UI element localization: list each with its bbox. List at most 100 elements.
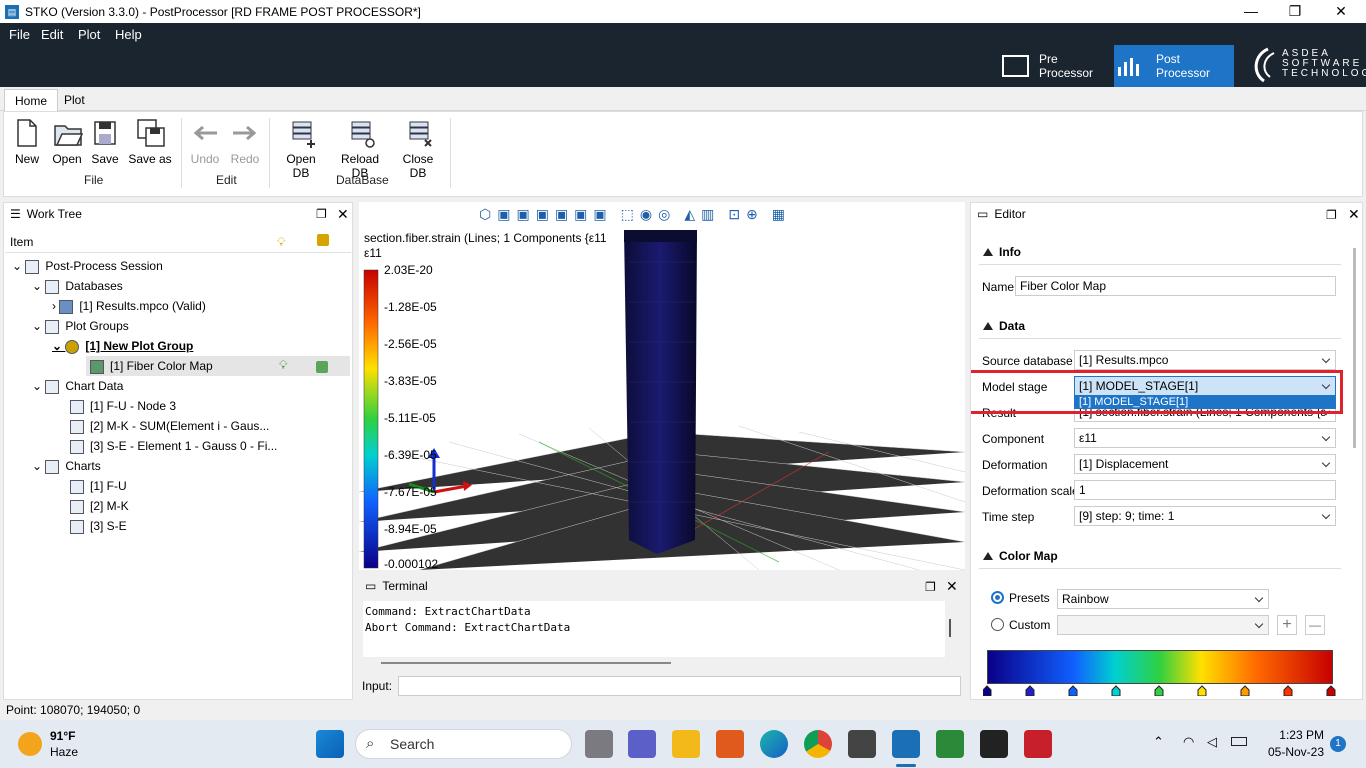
clock-date[interactable]: 05-Nov-23 [1262,745,1324,759]
zoom-icon[interactable]: ⊕ [746,206,758,224]
tree-item-plot-groups[interactable]: ⌄ Plot Groups [32,316,129,336]
tree-item-fiber-color-map[interactable]: [1] Fiber Color Map [90,356,213,376]
volume-icon[interactable]: ◁ [1207,734,1217,750]
tree-item-chart-data-2[interactable]: [2] M-K - SUM(Element i - Gaus... [70,416,269,436]
section-info[interactable]: Info [979,239,1341,265]
windows-start-icon[interactable] [316,730,344,758]
source-database-dropdown[interactable]: [1] Results.mpco [1074,350,1336,370]
close-db-button[interactable]: Close DB [394,118,442,180]
view-back-icon[interactable]: ▣ [516,206,529,224]
float-icon[interactable]: ❐ [1326,208,1337,222]
view-left-icon[interactable]: ▣ [536,206,549,224]
mirror-icon[interactable]: ◭ [684,206,695,224]
editor-scrollbar[interactable] [1353,248,1356,448]
remove-color-button[interactable]: — [1305,615,1325,635]
presets-dropdown[interactable]: Rainbow [1057,589,1269,609]
stko-taskbar-icon[interactable] [892,730,920,758]
section-icon[interactable]: ▥ [701,206,714,224]
taskbar-search[interactable]: ⌕ Search [355,729,572,759]
tree-item-chart-2[interactable]: [2] M-K [70,496,129,516]
terminal-app-icon[interactable] [980,730,1008,758]
file-explorer-icon[interactable] [672,730,700,758]
vertical-scrollbar[interactable] [949,619,951,637]
view-front-icon[interactable]: ▣ [497,206,510,224]
deformation-dropdown[interactable]: [1] Displacement [1074,454,1336,474]
view-iso-icon[interactable]: ⬡ [479,206,491,224]
reload-db-button[interactable]: Reload DB [332,118,388,180]
legend-label: -8.94E-05 [384,522,437,536]
tree-item-databases[interactable]: ⌄ Databases [32,276,123,296]
command-input[interactable] [398,676,961,696]
show-icon[interactable]: ◉ [640,206,652,224]
hide-icon[interactable]: ◎ [658,206,670,224]
view-bottom-icon[interactable]: ▣ [593,206,606,224]
custom-dropdown[interactable] [1057,615,1269,635]
chrome-icon[interactable] [804,730,832,758]
close-panel-icon[interactable]: ✕ [337,206,349,223]
editor-app-icon[interactable] [936,730,964,758]
menu-plot[interactable]: Plot [78,27,100,42]
deformation-scale-field[interactable]: 1 [1074,480,1336,500]
post-processor-button[interactable]: Post Processor [1114,45,1234,87]
restore-button[interactable]: ❐ [1272,0,1318,23]
close-button[interactable]: ✕ [1318,0,1364,23]
tab-plot[interactable]: Plot [54,89,95,111]
battery-icon[interactable] [1231,737,1247,746]
visibility-bulb-icon[interactable]: 💡︎ [279,358,287,373]
float-icon[interactable]: ❐ [316,207,327,221]
section-data[interactable]: Data [979,313,1341,339]
tray-chevron-icon[interactable]: ⌃ [1153,734,1164,750]
horizontal-scrollbar[interactable] [381,662,671,664]
3d-viewport[interactable]: section.fiber.strain (Lines; 1 Component… [359,202,965,571]
tools-app-icon[interactable] [848,730,876,758]
tree-item-charts[interactable]: ⌄ Charts [32,456,101,476]
tree-item-chart-3[interactable]: [3] S-E [70,516,127,536]
open-button[interactable]: Open [50,118,84,166]
tree-item-chart-data[interactable]: ⌄ Chart Data [32,376,123,396]
close-panel-icon[interactable]: ✕ [1348,206,1360,223]
save-button[interactable]: Save [90,118,120,166]
grid-icon[interactable]: ▦ [772,206,785,224]
name-field[interactable]: Fiber Color Map [1015,276,1336,296]
open-db-button[interactable]: Open DB [278,118,324,180]
tree-item-new-plot-group[interactable]: ⌄ [1] New Plot Group [52,336,193,356]
wifi-icon[interactable]: ◠ [1183,734,1194,750]
pre-processor-button[interactable]: Pre Processor [1002,45,1112,87]
close-panel-icon[interactable]: ✕ [946,578,958,595]
section-color-map[interactable]: Color Map [979,543,1341,569]
view-right-icon[interactable]: ▣ [555,206,568,224]
notification-badge[interactable]: 1 [1330,736,1346,752]
add-color-button[interactable]: + [1277,615,1297,635]
menu-file[interactable]: File [9,27,30,42]
time-step-dropdown[interactable]: [9] step: 9; time: 1 [1074,506,1336,526]
tree-item-chart-data-1[interactable]: [1] F-U - Node 3 [70,396,176,416]
clock-time[interactable]: 1:23 PM [1262,728,1324,742]
edge-icon[interactable] [760,730,788,758]
menu-edit[interactable]: Edit [41,27,63,42]
presets-radio[interactable] [991,591,1004,604]
float-icon[interactable]: ❐ [925,580,936,594]
undo-button[interactable]: Undo [190,118,220,166]
store-icon[interactable] [716,730,744,758]
tab-home[interactable]: Home [4,89,59,111]
component-dropdown[interactable]: ε11 [1074,428,1336,448]
custom-radio[interactable] [991,618,1004,631]
tree-item-session[interactable]: ⌄ Post-Process Session [12,256,163,276]
tree-item-chart-1[interactable]: [1] F-U [70,476,127,496]
lock-icon[interactable] [316,361,328,373]
teams-icon[interactable] [628,730,656,758]
ribbon-separator [450,118,451,188]
zoom-fit-icon[interactable]: ⊡ [728,206,740,224]
color-map-gradient[interactable] [987,650,1333,684]
tree-item-chart-data-3[interactable]: [3] S-E - Element 1 - Gauss 0 - Fi... [70,436,277,456]
minimize-button[interactable]: — [1228,0,1274,23]
snipping-tool-icon[interactable] [1024,730,1052,758]
menu-help[interactable]: Help [115,27,142,42]
task-view-icon[interactable] [585,730,613,758]
select-icon[interactable]: ⬚ [621,206,634,224]
new-button[interactable]: New [12,118,42,166]
tree-item-results-db[interactable]: › [1] Results.mpco (Valid) [52,296,206,316]
save-as-button[interactable]: Save as [128,118,172,166]
redo-button[interactable]: Redo [230,118,260,166]
view-top-icon[interactable]: ▣ [574,206,587,224]
